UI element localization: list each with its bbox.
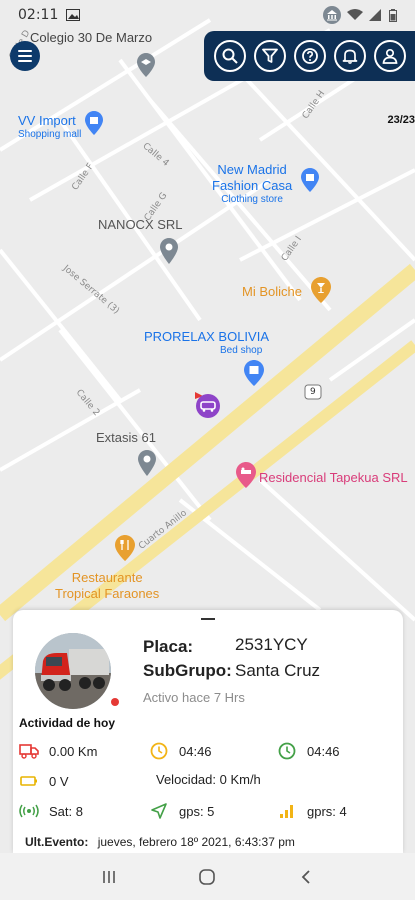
poi-vv-import[interactable]: VV Import Shopping mall (18, 113, 81, 141)
filter-icon (262, 48, 278, 63)
navigation-icon (151, 803, 167, 819)
filter-button[interactable] (254, 40, 286, 72)
poi-name: VV Import (18, 113, 76, 128)
bell-icon (342, 49, 358, 64)
gps-value: gps: 5 (179, 803, 215, 819)
signal-tower-icon (19, 804, 39, 818)
vehicle-avatar (35, 633, 111, 709)
poi-new-madrid[interactable]: New Madrid Fashion Casa Clothing store (212, 162, 292, 206)
poi-tapekua[interactable]: Residencial Tapekua SRL (259, 470, 408, 486)
voltage-value: 0 V (49, 773, 69, 789)
poi-nanocx[interactable]: NANOCX SRL (98, 217, 183, 233)
search-icon (222, 48, 238, 64)
activity-title: Actividad de hoy (19, 716, 116, 730)
status-time: 02:11 (18, 7, 59, 23)
speed-metric: Velocidad: 0 Km/h (156, 772, 261, 787)
running-time-value: 04:46 (307, 743, 340, 759)
poi-category: Clothing store (221, 194, 283, 205)
restaurant-pin-icon[interactable] (115, 535, 135, 561)
shopping-pin-icon[interactable] (244, 360, 264, 386)
back-icon (301, 869, 310, 884)
running-time-metric: 04:46 (277, 742, 340, 760)
subgroup-value: Santa Cruz (235, 661, 321, 680)
location-pin-icon[interactable] (138, 450, 156, 476)
poi-category: Shopping mall (18, 129, 82, 140)
distance-value: 0.00 Km (49, 743, 98, 759)
clock-icon (150, 742, 168, 760)
recent-apps-icon (103, 870, 115, 883)
stopped-time-value: 04:46 (179, 743, 212, 759)
signal-icon (369, 9, 381, 21)
location-pin-icon[interactable] (160, 238, 178, 264)
top-toolbar (204, 31, 415, 81)
drag-handle[interactable] (201, 618, 215, 620)
last-event-row: Ult.Evento: jueves, febrero 18º 2021, 6:… (25, 835, 295, 849)
bar-pin-icon[interactable] (311, 277, 331, 303)
signal-bars-icon (280, 805, 293, 818)
status-icons (323, 6, 397, 24)
profile-button[interactable] (374, 40, 406, 72)
battery-icon (20, 776, 37, 786)
gallery-icon (66, 9, 81, 21)
vehicle-marker-icon[interactable] (191, 390, 223, 420)
home-icon (199, 868, 216, 885)
poi-prorelax[interactable]: PRORELAX BOLIVIA Bed shop (144, 329, 269, 357)
help-button[interactable] (294, 40, 326, 72)
system-nav-bar (0, 853, 415, 900)
help-icon (302, 48, 318, 64)
bank-icon (323, 6, 341, 24)
gprs-value: gprs: 4 (307, 803, 347, 819)
speed-value: Velocidad: 0 Km/h (156, 772, 261, 787)
poi-extasis[interactable]: Extasis 61 (96, 430, 156, 446)
last-active-text: Activo hace 7 Hrs (143, 690, 245, 705)
poi-name-2: Fashion Casa (212, 178, 293, 193)
truck-icon (19, 744, 39, 759)
gprs-metric: gprs: 4 (277, 802, 347, 820)
clock-icon (278, 742, 296, 760)
back-button[interactable] (286, 862, 326, 892)
status-bar: 02:11 (0, 0, 415, 30)
truck-photo (35, 633, 111, 709)
poi-restaurante[interactable]: Restaurante Tropical Faraones (55, 570, 159, 602)
menu-line (18, 55, 32, 57)
wifi-icon (347, 9, 363, 20)
online-status-dot (111, 698, 119, 706)
poi-name-2: Tropical Faraones (55, 586, 160, 601)
voltage-metric: 0 V (19, 772, 69, 790)
poi-colegio[interactable]: Colegio 30 De Marzo (30, 30, 152, 46)
battery-icon (389, 8, 397, 22)
last-event-value: jueves, febrero 18º 2021, 6:43:37 pm (97, 835, 295, 849)
search-button[interactable] (214, 40, 246, 72)
poi-name: PRORELAX BOLIVIA (144, 329, 269, 344)
plate-label: Placa: (143, 637, 194, 656)
route-shield-label: 9 (310, 387, 316, 397)
subgroup-label: SubGrupo: (143, 661, 232, 680)
distance-metric: 0.00 Km (19, 742, 97, 760)
poi-mi-boliche[interactable]: Mi Boliche (242, 284, 302, 300)
menu-line (18, 50, 32, 52)
school-pin-icon[interactable] (137, 53, 155, 77)
vehicle-counter: 23/23 (387, 114, 415, 126)
shopping-pin-icon[interactable] (301, 168, 319, 192)
recent-apps-button[interactable] (89, 862, 129, 892)
poi-name: New Madrid (217, 162, 287, 177)
satellites-value: Sat: 8 (49, 803, 83, 819)
vehicle-info-card[interactable]: Placa: 2531YCY SubGrupo: Santa Cruz Acti… (13, 610, 403, 853)
home-button[interactable] (187, 862, 227, 892)
stopped-time-metric: 04:46 (149, 742, 212, 760)
shopping-pin-icon[interactable] (85, 111, 103, 135)
menu-button[interactable] (10, 41, 40, 71)
poi-name: Restaurante (71, 570, 143, 585)
menu-line (18, 60, 32, 62)
plate-value: 2531YCY (235, 635, 308, 654)
poi-category: Bed shop (220, 345, 263, 356)
hotel-pin-icon[interactable] (236, 462, 256, 488)
satellites-metric: Sat: 8 (19, 802, 83, 820)
user-icon (382, 48, 398, 64)
last-event-label: Ult.Evento: (25, 835, 89, 849)
notifications-button[interactable] (334, 40, 366, 72)
gps-metric: gps: 5 (149, 802, 214, 820)
